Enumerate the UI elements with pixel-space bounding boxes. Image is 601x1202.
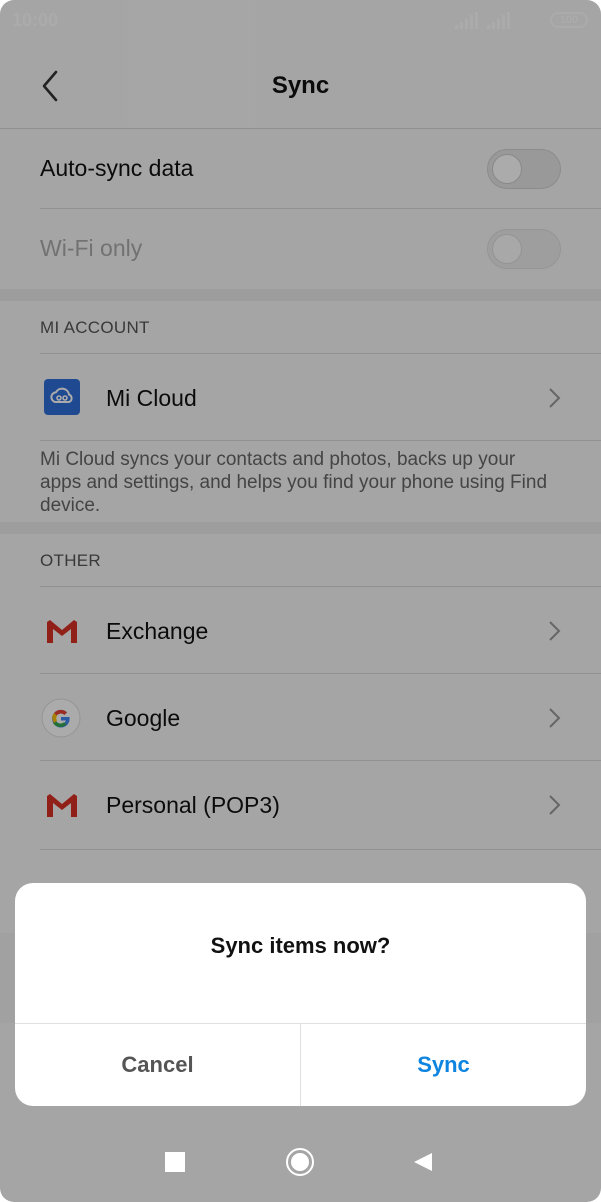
screen: 10:00 100 Sync Auto-sync data Wi-Fi only… [0, 0, 601, 1202]
home-icon[interactable] [285, 1147, 315, 1177]
recents-icon[interactable] [165, 1152, 185, 1172]
dialog-title: Sync items now? [210, 933, 391, 958]
cancel-button[interactable]: Cancel [15, 1024, 300, 1106]
sync-dialog: Sync items now? Cancel Sync [15, 883, 586, 1106]
sync-button[interactable]: Sync [301, 1024, 586, 1106]
navigation-bar [0, 1122, 601, 1202]
back-icon[interactable] [412, 1151, 434, 1173]
